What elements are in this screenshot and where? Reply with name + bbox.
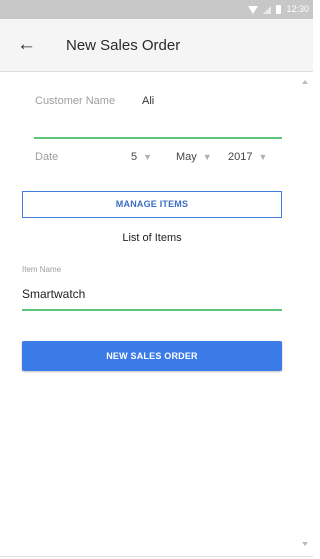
signal-icon [263, 5, 272, 14]
new-sales-order-button[interactable]: NEW SALES ORDER [22, 341, 282, 371]
status-bar: 12:30 [0, 0, 313, 19]
month-value: May [176, 151, 197, 163]
status-icons: 12:30 [248, 3, 309, 16]
list-heading: List of Items [122, 232, 182, 244]
chevron-down-icon: ▼ [143, 152, 153, 162]
customer-name-input[interactable]: Ali [142, 95, 154, 107]
year-value: 2017 [228, 151, 253, 163]
month-spinner[interactable]: May ▼ [176, 151, 212, 163]
year-spinner[interactable]: 2017 ▼ [228, 151, 267, 163]
scroll-down-icon[interactable] [302, 542, 308, 546]
manage-items-button[interactable]: MANAGE ITEMS [22, 191, 282, 218]
chevron-down-icon: ▼ [202, 152, 212, 162]
app-bar: ← New Sales Order [0, 19, 313, 72]
chevron-down-icon: ▼ [258, 152, 268, 162]
item-name-input[interactable]: Smartwatch [22, 287, 85, 301]
date-label: Date [35, 151, 59, 163]
arrow-left-icon[interactable]: ← [17, 34, 41, 56]
scrollbar[interactable] [302, 72, 313, 556]
status-time: 12:30 [286, 4, 309, 14]
day-spinner[interactable]: 5 ▼ [131, 151, 152, 163]
customer-name-label: Customer Name [35, 95, 116, 107]
scroll-up-icon[interactable] [302, 80, 308, 84]
page-title: New Sales Order [66, 37, 181, 54]
wifi-icon [248, 5, 259, 14]
battery-icon [276, 5, 282, 14]
day-value: 5 [131, 151, 138, 163]
item-name-label: Item Name [22, 265, 62, 274]
item-name-underline [22, 309, 282, 311]
bottom-divider [0, 556, 313, 557]
customer-name-underline [34, 137, 282, 139]
